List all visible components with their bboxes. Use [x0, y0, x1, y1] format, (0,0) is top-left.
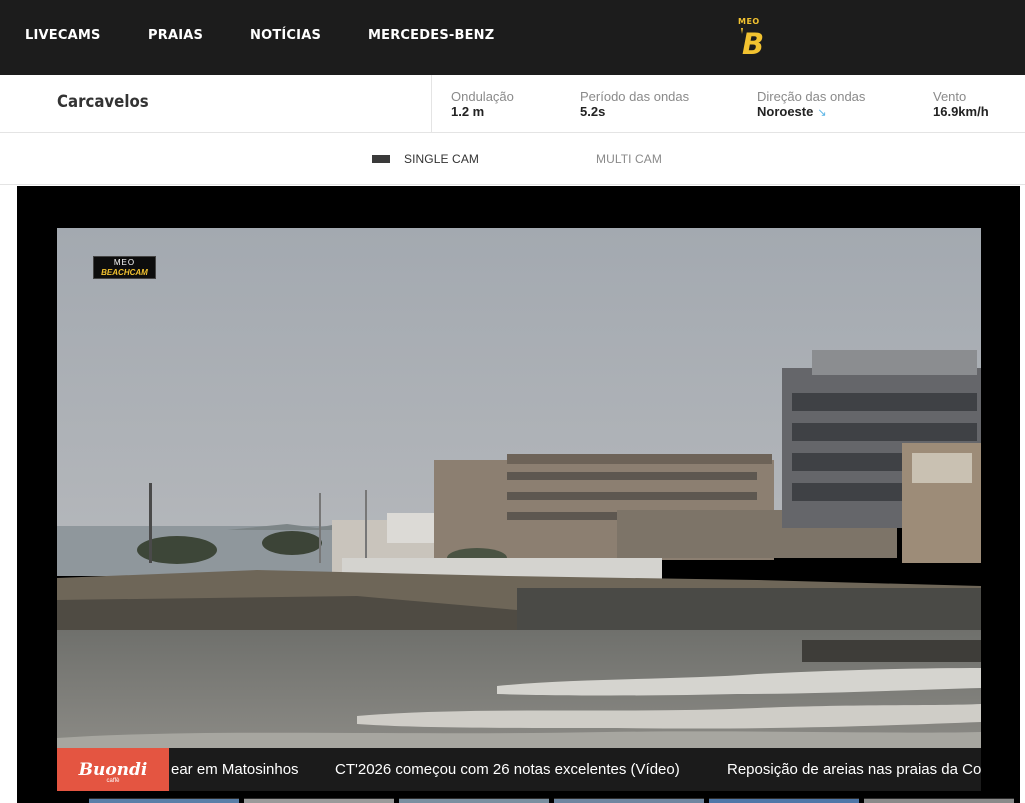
multi-cam-icon [564, 155, 582, 163]
ticker-track: ear em Matosinhos CT'2026 começou com 26… [169, 748, 981, 791]
single-cam-label: SINGLE CAM [404, 152, 480, 166]
multi-cam-label: MULTI CAM [596, 152, 663, 166]
sponsor-sub: caffè [106, 778, 120, 784]
stat-value: 16.9km/h [933, 104, 989, 119]
view-switch-bar: SINGLE CAM MULTI CAM [0, 134, 1025, 185]
stat-value: 5.2s [580, 104, 606, 119]
stat-label: Direção das ondas [757, 89, 866, 104]
thumbnail[interactable] [709, 798, 859, 803]
thumbnail[interactable] [554, 798, 704, 803]
watermark-bottom: BEACHCAM [101, 268, 148, 277]
stat-label: Ondulação [451, 89, 514, 104]
logo-meo-text: MEO [738, 17, 760, 26]
logo-b-text: B [742, 27, 764, 57]
nav-praias[interactable]: PRAIAS [148, 28, 203, 43]
stat-label: Período das ondas [580, 89, 690, 104]
single-cam-button[interactable]: SINGLE CAM [372, 152, 479, 166]
stat-vento: Vento 16.9km/h [933, 90, 989, 120]
page-scrollbar[interactable] [1021, 186, 1025, 803]
beach-name: Carcavelos [57, 92, 149, 112]
meo-beachcam-logo[interactable]: MEO B [735, 15, 769, 61]
sponsor-logo[interactable]: Buondi caffè [57, 748, 169, 791]
stat-value: Noroeste [757, 104, 814, 119]
multi-cam-button[interactable]: MULTI CAM [564, 152, 662, 166]
stat-value-row: Noroeste ↘ [757, 104, 865, 121]
ticker-item[interactable]: ear em Matosinhos [171, 761, 299, 778]
meo-beachcam-watermark: MEO BEACHCAM [93, 256, 156, 279]
sponsor-name: Buondi [78, 760, 148, 780]
stat-direcao: Direção das ondas Noroeste ↘ [757, 90, 865, 121]
thumbnail[interactable] [89, 798, 239, 803]
ticker-item[interactable]: Reposição de areias nas praias da Co [727, 761, 981, 778]
stat-value: 1.2 m [451, 104, 485, 119]
stat-label: Vento [933, 89, 967, 104]
nav-mercedes-benz[interactable]: MERCEDES-BENZ [368, 28, 494, 43]
beach-info-bar: Carcavelos Ondulação 1.2 m Período das o… [0, 75, 1025, 133]
watermark-top: MEO [113, 258, 136, 267]
stat-periodo: Período das ondas 5.2s [580, 90, 689, 120]
ticker-item[interactable]: CT'2026 começou com 26 notas excelentes … [335, 761, 680, 778]
thumbnail[interactable] [244, 798, 394, 803]
nav-livecams[interactable]: LIVECAMS [25, 28, 101, 43]
arrow-down-right-icon: ↘ [817, 107, 827, 119]
stat-ondulacao: Ondulação 1.2 m [451, 90, 514, 120]
camera-thumbnails [89, 798, 1014, 803]
single-cam-icon [372, 155, 390, 163]
nav-noticias[interactable]: NOTÍCIAS [250, 28, 321, 43]
info-divider [431, 75, 432, 133]
camera-feed[interactable] [57, 228, 981, 748]
thumbnail[interactable] [399, 798, 549, 803]
top-nav: LIVECAMS PRAIAS NOTÍCIAS MERCEDES-BENZ M… [0, 0, 1025, 75]
thumbnail[interactable] [864, 798, 1014, 803]
news-ticker: Buondi caffè ear em Matosinhos CT'2026 c… [57, 748, 981, 791]
